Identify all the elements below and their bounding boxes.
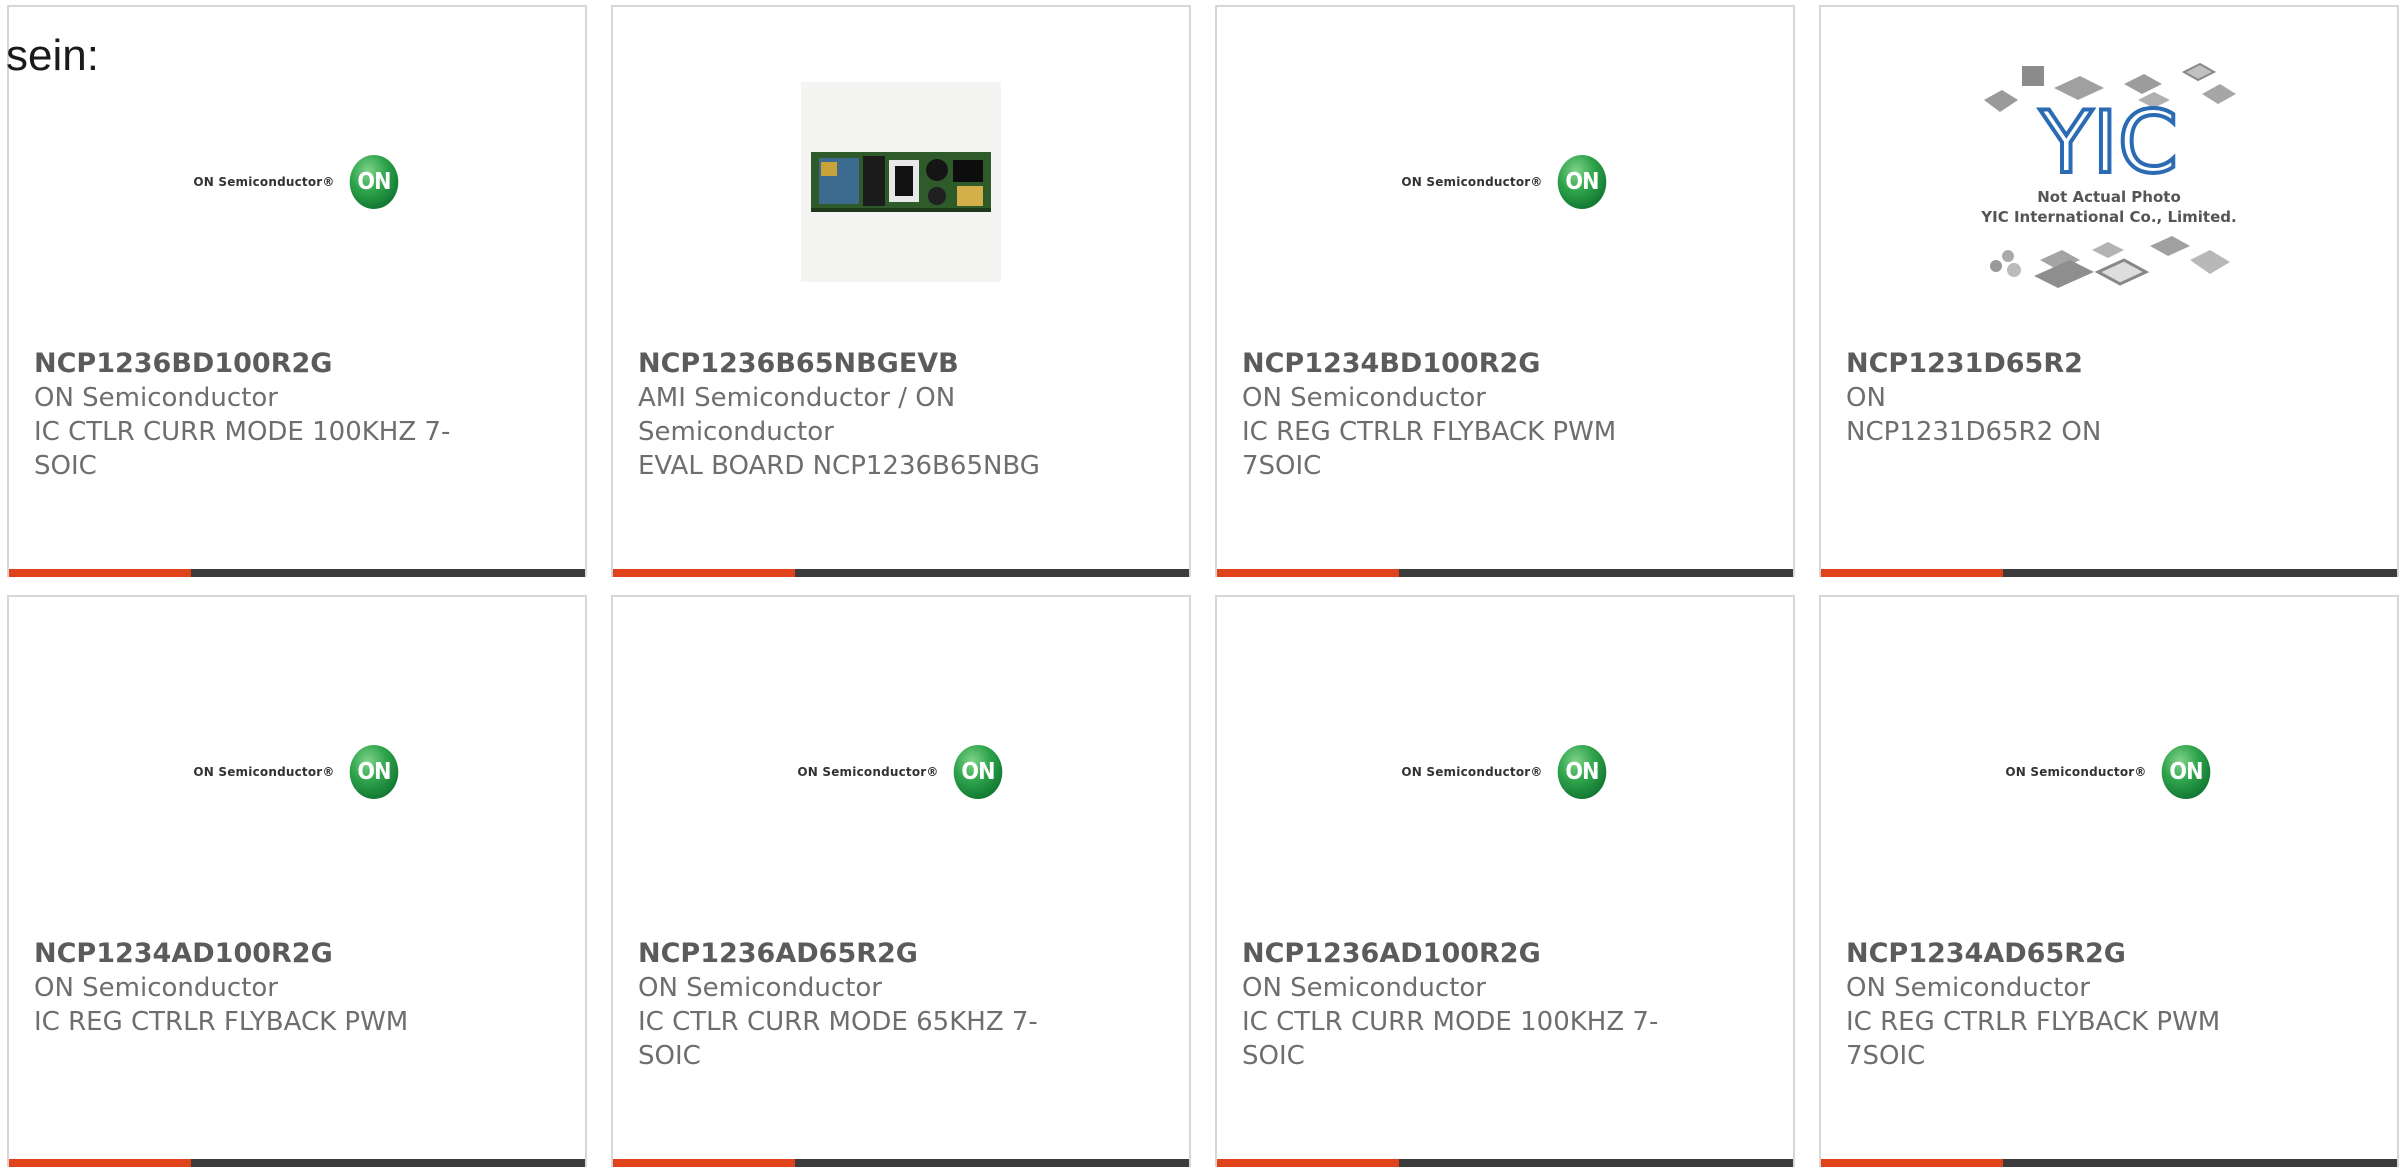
logo-badge: ON bbox=[349, 745, 398, 799]
svg-text:YIC: YIC bbox=[2039, 93, 2178, 193]
product-info: NCP1236AD65R2G ON Semiconductor IC CTLR CU… bbox=[638, 937, 1058, 1073]
card-bottom-bar bbox=[1217, 1159, 1793, 1167]
logo-wordmark: ON Semiconductor® bbox=[1401, 175, 1543, 189]
product-card[interactable]: NCP1236B65NBGEVB AMI Semiconductor / ON S… bbox=[611, 5, 1191, 577]
part-number-link[interactable]: NCP1236B65NBGEVB bbox=[638, 347, 1058, 381]
description: IC REG CTRLR FLYBACK PWM 7SOIC bbox=[1242, 417, 1617, 481]
logo-badge: ON bbox=[2161, 745, 2210, 799]
description: IC CTLR CURR MODE 100KHZ 7-SOIC bbox=[1242, 1007, 1659, 1071]
bar-accent-segment bbox=[1217, 569, 1399, 577]
product-image[interactable] bbox=[613, 67, 1189, 297]
on-semiconductor-logo: ON Semiconductor® ON bbox=[1401, 745, 1608, 799]
bar-rest-segment bbox=[795, 1159, 1189, 1167]
product-info: NCP1236AD100R2G ON Semiconductor IC CTLR C… bbox=[1242, 937, 1662, 1073]
bar-rest-segment bbox=[191, 569, 585, 577]
part-number-link[interactable]: NCP1236AD100R2G bbox=[1242, 937, 1662, 971]
product-info: NCP1231D65R2 ON NCP1231D65R2 ON bbox=[1846, 347, 2266, 449]
on-semiconductor-logo: ON Semiconductor® ON bbox=[797, 745, 1004, 799]
manufacturer: ON Semiconductor bbox=[34, 973, 278, 1003]
bar-rest-segment bbox=[1399, 569, 1793, 577]
card-bottom-bar bbox=[613, 1159, 1189, 1167]
bar-accent-segment bbox=[1821, 569, 2003, 577]
description: IC REG CTRLR FLYBACK PWM 7SOIC bbox=[1846, 1007, 2221, 1071]
bar-accent-segment bbox=[9, 1159, 191, 1167]
not-actual-photo-image: YIC Not Actual Photo YIC International Co.… bbox=[1974, 60, 2244, 304]
bar-rest-segment bbox=[1399, 1159, 1793, 1167]
product-image[interactable]: ON Semiconductor® ON bbox=[1217, 657, 1793, 887]
manufacturer: ON Semiconductor bbox=[1242, 973, 1486, 1003]
manufacturer: ON bbox=[1846, 383, 1886, 413]
card-bottom-bar bbox=[1821, 569, 2397, 577]
product-image[interactable]: ON Semiconductor® ON bbox=[9, 657, 585, 887]
card-bottom-bar bbox=[9, 1159, 585, 1167]
bar-accent-segment bbox=[613, 1159, 795, 1167]
part-number-link[interactable]: NCP1231D65R2 bbox=[1846, 347, 2266, 381]
manufacturer: ON Semiconductor bbox=[1846, 973, 2090, 1003]
product-card[interactable]: ON Semiconductor® ON NCP1236AD100R2G ON Sem… bbox=[1215, 595, 1795, 1167]
svg-text:Not Actual Photo: Not Actual Photo bbox=[2037, 188, 2181, 206]
part-number-link[interactable]: NCP1234AD100R2G bbox=[34, 937, 454, 971]
manufacturer: ON Semiconductor bbox=[34, 383, 278, 413]
description: EVAL BOARD NCP1236B65NBG bbox=[638, 451, 1040, 481]
on-semiconductor-logo: ON Semiconductor® ON bbox=[2005, 745, 2212, 799]
description: NCP1231D65R2 ON bbox=[1846, 417, 2102, 447]
product-info: NCP1234BD100R2G ON Semiconductor IC REG CT… bbox=[1242, 347, 1662, 483]
bar-rest-segment bbox=[795, 569, 1189, 577]
logo-wordmark: ON Semiconductor® bbox=[193, 175, 335, 189]
part-number-link[interactable]: NCP1234BD100R2G bbox=[1242, 347, 1662, 381]
logo-wordmark: ON Semiconductor® bbox=[2005, 765, 2147, 779]
manufacturer: ON Semiconductor bbox=[1242, 383, 1486, 413]
bar-accent-segment bbox=[9, 569, 191, 577]
product-card[interactable]: ON Semiconductor® ON NCP1236AD65R2G ON Semi… bbox=[611, 595, 1191, 1167]
logo-wordmark: ON Semiconductor® bbox=[1401, 765, 1543, 779]
logo-badge: ON bbox=[349, 155, 398, 209]
manufacturer: AMI Semiconductor / ON Semiconductor bbox=[638, 383, 956, 447]
description: IC CTLR CURR MODE 100KHZ 7-SOIC bbox=[34, 417, 451, 481]
product-card[interactable]: YIC Not Actual Photo YIC International Co.… bbox=[1819, 5, 2399, 577]
card-bottom-bar bbox=[1217, 569, 1793, 577]
svg-text:YIC International Co., Limited: YIC International Co., Limited. bbox=[1980, 208, 2236, 226]
intro-text: sein: bbox=[6, 31, 99, 80]
bar-rest-segment bbox=[2003, 569, 2397, 577]
part-number-link[interactable]: NCP1236BD100R2G bbox=[34, 347, 454, 381]
product-card[interactable]: ON Semiconductor® ON NCP1234BD100R2G ON Sem… bbox=[1215, 5, 1795, 577]
card-bottom-bar bbox=[1821, 1159, 2397, 1167]
bar-accent-segment bbox=[1821, 1159, 2003, 1167]
product-image[interactable]: YIC Not Actual Photo YIC International Co.… bbox=[1821, 62, 2397, 297]
bar-rest-segment bbox=[2003, 1159, 2397, 1167]
on-semiconductor-logo: ON Semiconductor® ON bbox=[193, 155, 400, 209]
description: IC CTLR CURR MODE 65KHZ 7-SOIC bbox=[638, 1007, 1038, 1071]
product-info: NCP1236B65NBGEVB AMI Semiconductor / ON S… bbox=[638, 347, 1058, 483]
product-image[interactable]: ON Semiconductor® ON bbox=[1217, 67, 1793, 297]
logo-badge: ON bbox=[1557, 745, 1606, 799]
product-card[interactable]: ON Semiconductor® ON NCP1234AD100R2G ON Sem… bbox=[7, 595, 587, 1167]
product-info: NCP1234AD65R2G ON Semiconductor IC REG CTR… bbox=[1846, 937, 2266, 1073]
part-number-link[interactable]: NCP1236AD65R2G bbox=[638, 937, 1058, 971]
manufacturer: ON Semiconductor bbox=[638, 973, 882, 1003]
product-image[interactable]: ON Semiconductor® ON bbox=[9, 67, 585, 297]
on-semiconductor-logo: ON Semiconductor® ON bbox=[1401, 155, 1608, 209]
product-image[interactable]: ON Semiconductor® ON bbox=[1821, 657, 2397, 887]
product-image[interactable]: ON Semiconductor® ON bbox=[613, 657, 1189, 887]
product-info: NCP1236BD100R2G ON Semiconductor IC CTLR C… bbox=[34, 347, 454, 483]
bar-accent-segment bbox=[1217, 1159, 1399, 1167]
card-bottom-bar bbox=[9, 569, 585, 577]
product-grid: ON Semiconductor® ON NCP1236BD100R2G ON Sem… bbox=[7, 5, 2399, 1167]
bar-rest-segment bbox=[191, 1159, 585, 1167]
on-semiconductor-logo: ON Semiconductor® ON bbox=[193, 745, 400, 799]
product-card[interactable]: ON Semiconductor® ON NCP1234AD65R2G ON Semi… bbox=[1819, 595, 2399, 1167]
logo-badge: ON bbox=[953, 745, 1002, 799]
bar-accent-segment bbox=[613, 569, 795, 577]
evaluation-board-photo bbox=[801, 82, 1001, 282]
logo-wordmark: ON Semiconductor® bbox=[797, 765, 939, 779]
product-info: NCP1234AD100R2G ON Semiconductor IC REG CT… bbox=[34, 937, 454, 1039]
description: IC REG CTRLR FLYBACK PWM bbox=[34, 1007, 409, 1037]
card-bottom-bar bbox=[613, 569, 1189, 577]
logo-wordmark: ON Semiconductor® bbox=[193, 765, 335, 779]
page: sein: ON Semiconductor® ON NCP1236BD100R2G… bbox=[0, 0, 2400, 1168]
part-number-link[interactable]: NCP1234AD65R2G bbox=[1846, 937, 2266, 971]
product-card[interactable]: ON Semiconductor® ON NCP1236BD100R2G ON Sem… bbox=[7, 5, 587, 577]
logo-badge: ON bbox=[1557, 155, 1606, 209]
